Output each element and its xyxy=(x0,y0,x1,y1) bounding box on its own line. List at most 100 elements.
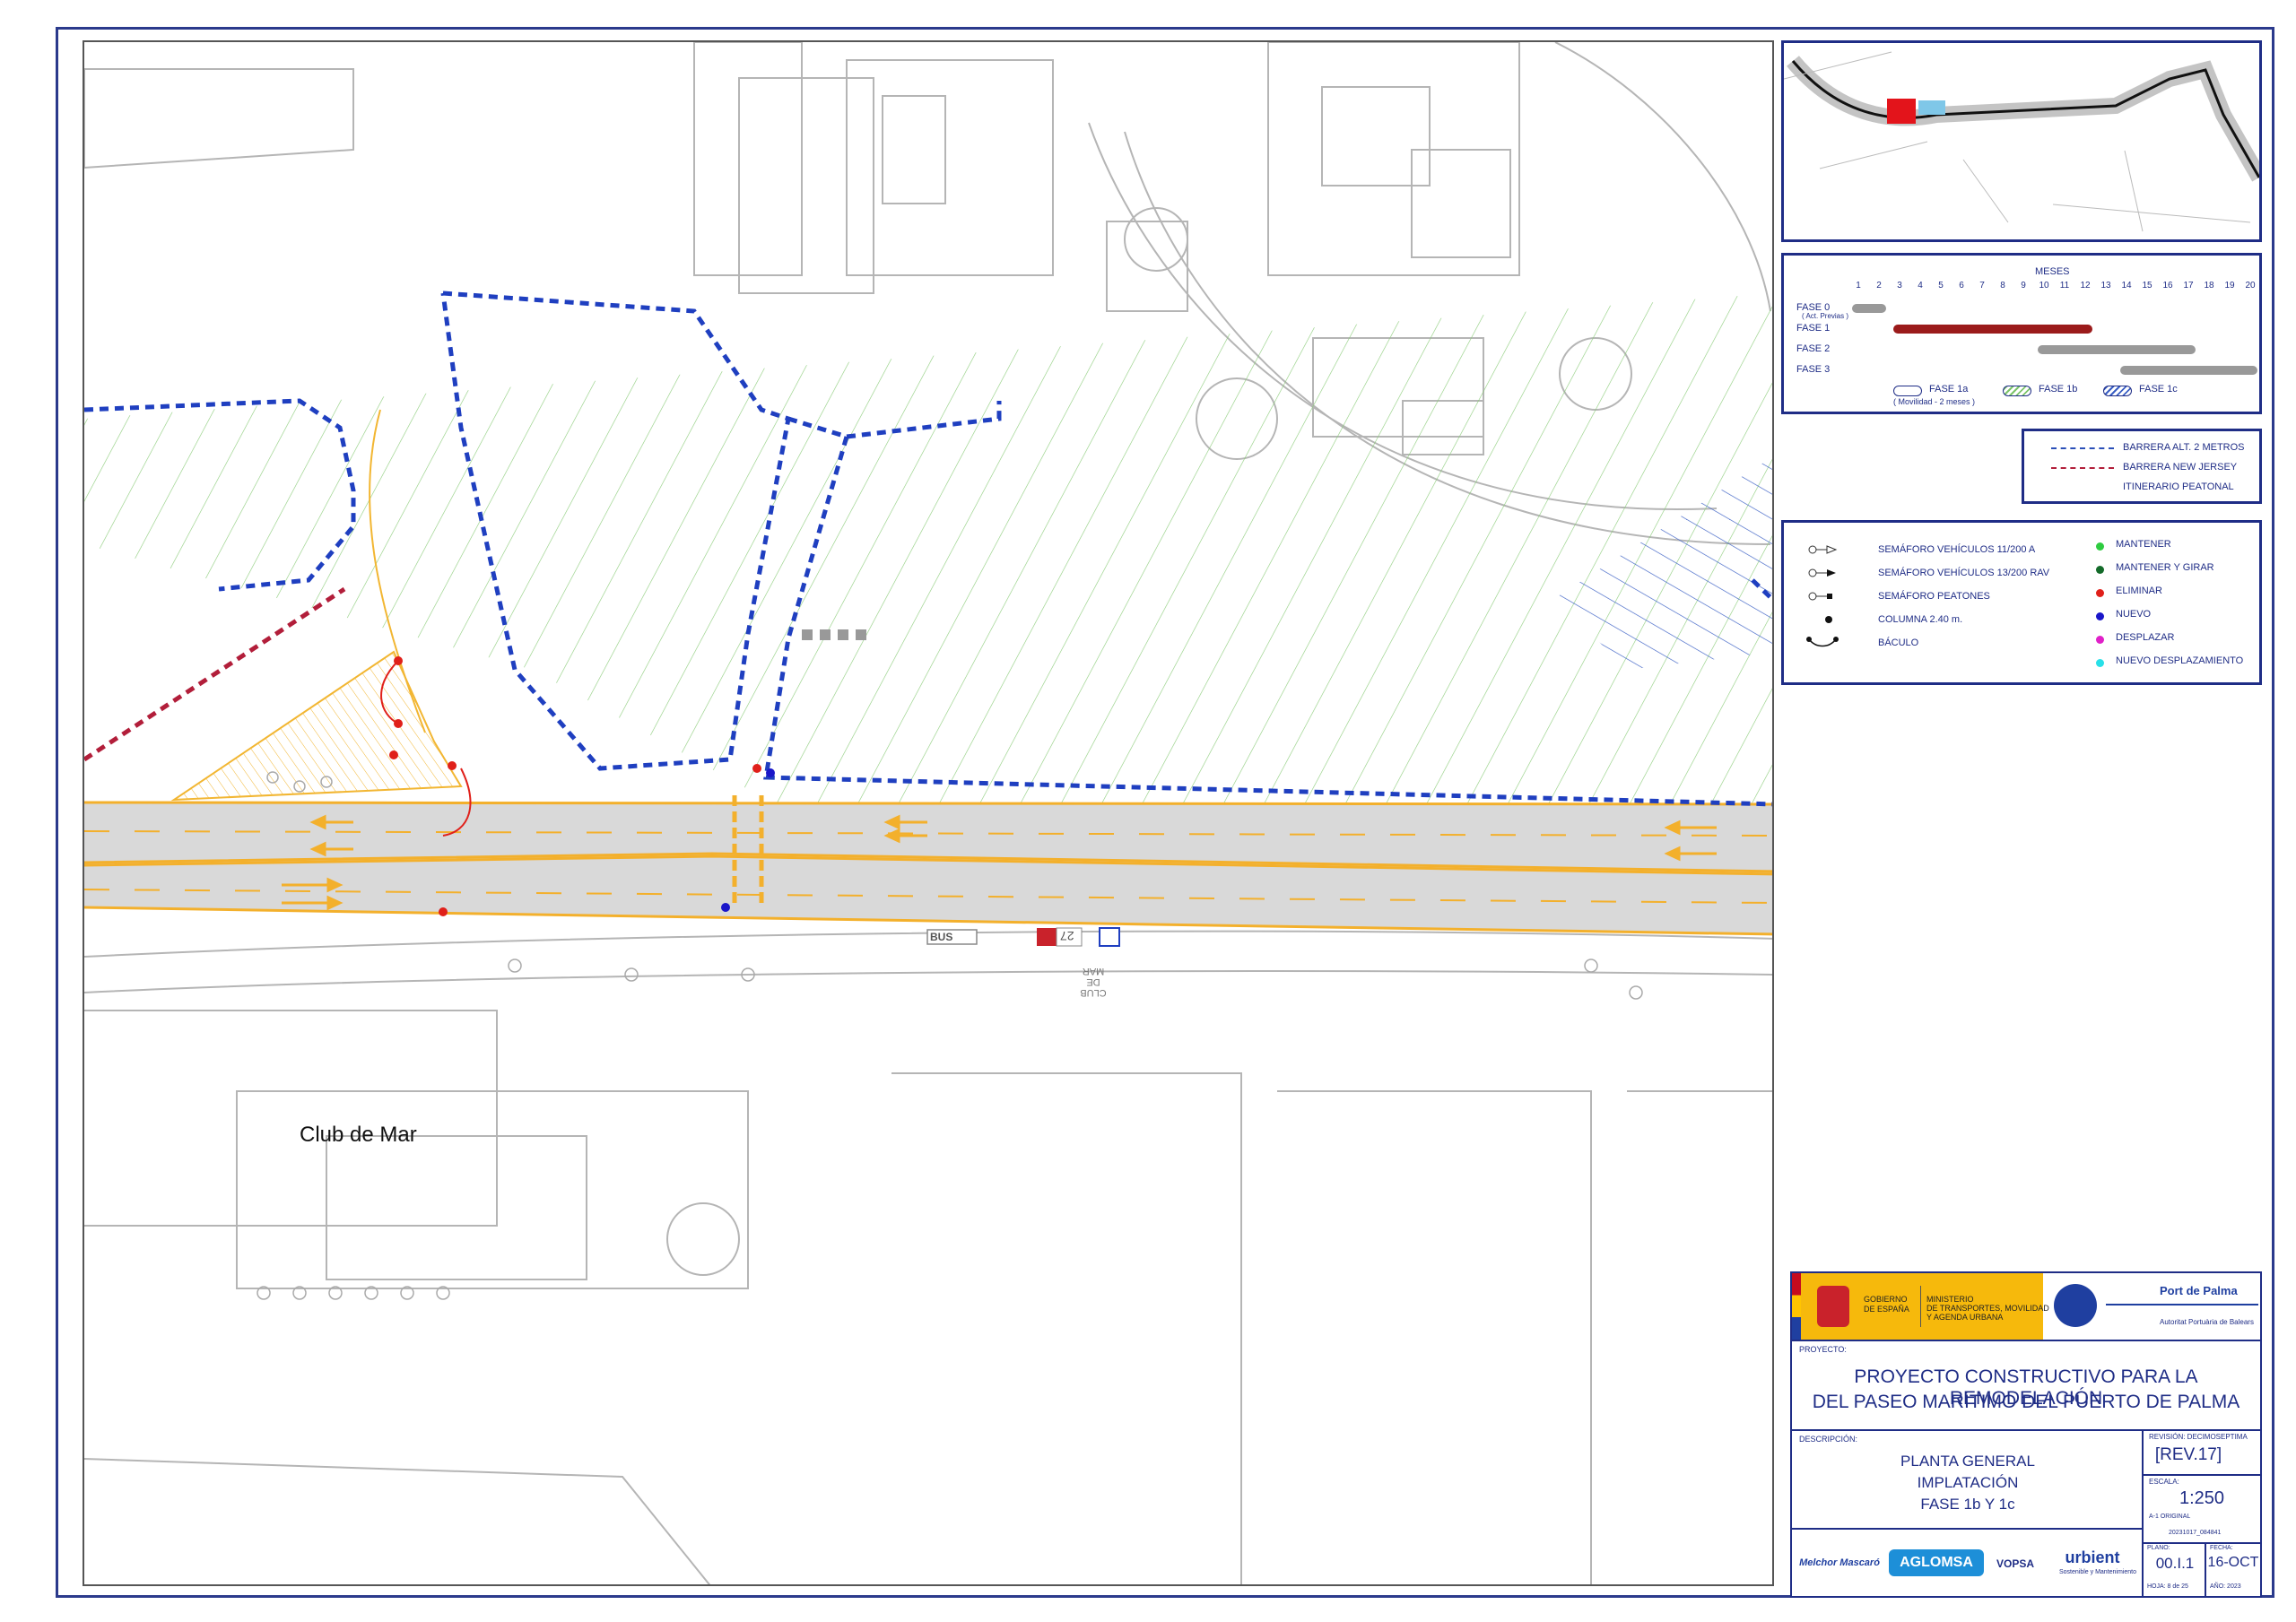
logo-vopsa: VOPSA xyxy=(1996,1557,2034,1570)
phase-1c-label: FASE 1c xyxy=(2139,384,2178,395)
signal-symbols xyxy=(1806,545,1839,647)
phase-bar xyxy=(1852,304,1886,313)
phase-1a-symbol xyxy=(1893,386,1922,396)
map-view[interactable]: Club de Mar BUS 27 CLUB DE MAR xyxy=(83,40,1774,1586)
signal-type-label: SEMÁFORO VEHÍCULOS 13/200 RAV xyxy=(1878,568,2050,578)
signal-action-label: DESPLAZAR xyxy=(2116,632,2175,643)
ministry-text-3: Y AGENDA URBANA xyxy=(1926,1313,2004,1322)
schedule-month: 8 xyxy=(2000,281,2005,291)
phase-1a-sublabel: ( Movilidad - 2 meses ) xyxy=(1893,397,1976,406)
description-label: DESCRIPCIÓN: xyxy=(1799,1435,1858,1444)
map-drawing xyxy=(84,42,1772,1584)
ministry-text-1: MINISTERIO xyxy=(1926,1295,1974,1304)
key-map-current-area xyxy=(1887,99,1916,124)
schedule-month: 2 xyxy=(1876,281,1882,291)
barrier-new-jersey-label: BARRERA NEW JERSEY xyxy=(2123,462,2238,473)
phase-bar xyxy=(2038,345,2196,354)
flag-stripe xyxy=(1792,1273,1801,1340)
signal-action-dot xyxy=(2096,566,2104,574)
barrier-2m-label: BARRERA ALT. 2 METROS xyxy=(2123,442,2245,453)
gov-text-1: GOBIERNO xyxy=(1864,1295,1908,1304)
key-map-panel xyxy=(1781,40,2266,242)
logo-urbient-subtitle: Sostenible y Mantenimiento xyxy=(2059,1569,2136,1575)
schedule-month: 6 xyxy=(1959,281,1964,291)
gov-text-2: DE ESPAÑA xyxy=(1864,1305,1909,1314)
pedestrian-route-label: ITINERARIO PEATONAL xyxy=(2123,481,2234,492)
hoja-value: HOJA: 8 de 25 xyxy=(2147,1583,2188,1590)
key-map xyxy=(1783,51,2266,232)
year-value: AÑO: 2023 xyxy=(2210,1583,2241,1590)
signal-action-dot xyxy=(2096,542,2104,551)
schedule-month: 12 xyxy=(2080,281,2091,291)
signal-action-label: MANTENER Y GIRAR xyxy=(2116,562,2214,573)
schedule-month: 11 xyxy=(2059,281,2070,291)
signal-action-label: NUEVO DESPLAZAMIENTO xyxy=(2116,655,2244,666)
phase-sublabel: ( Act. Previas ) xyxy=(1802,312,1849,320)
phase-1b-symbol xyxy=(2003,386,2031,396)
bus-stop-label: BUS xyxy=(930,931,953,943)
signal-action-label: ELIMINAR xyxy=(2116,585,2162,596)
gov-divider xyxy=(1920,1286,1921,1327)
signal-type-label: SEMÁFORO PEATONES xyxy=(1878,591,1990,602)
description-3: FASE 1b Y 1c xyxy=(1920,1496,2015,1513)
signal-action-label: NUEVO xyxy=(2116,609,2152,620)
schedule-month: 9 xyxy=(2021,281,2026,291)
phase-1a-label: FASE 1a xyxy=(1929,384,1969,395)
schedule-month: 14 xyxy=(2121,281,2132,291)
signal-type-label: COLUMNA 2.40 m. xyxy=(1878,614,1963,625)
signal-type-label: SEMÁFORO VEHÍCULOS 11/200 A xyxy=(1878,544,2036,555)
schedule-header: MESES xyxy=(2035,266,2070,277)
project-label: PROYECTO: xyxy=(1799,1345,1847,1354)
schedule-panel: MESES 1 2 3 4 5 6 7 8 9 10 11 12 13 14 15 16 17 18 19 20 FA… xyxy=(1781,253,2262,414)
plano-label: PLANO: xyxy=(2147,1545,2170,1551)
signal-action-dot xyxy=(2096,659,2104,667)
schedule-month: 16 xyxy=(2162,281,2173,291)
revision-label: REVISIÓN: DECIMOSEPTIMA xyxy=(2149,1433,2248,1441)
barrier-2m-symbol xyxy=(2051,447,2114,449)
scale-note: A-1 ORIGINAL xyxy=(2149,1514,2191,1520)
fecha-value: 16-OCT xyxy=(2207,1555,2259,1570)
barrier-new-jersey-symbol xyxy=(2051,467,2114,469)
barrier-legend-panel: BARRERA ALT. 2 METROS BARRERA NEW JERSEY… xyxy=(2022,429,2262,504)
schedule-month: 10 xyxy=(2039,281,2049,291)
phase-bar xyxy=(1893,325,2092,334)
road-text-label: CLUB DE MAR xyxy=(1080,966,1107,998)
phase-label: FASE 1 xyxy=(1796,323,1831,334)
schedule-month: 7 xyxy=(1979,281,1985,291)
port-divider xyxy=(2106,1304,2258,1305)
signal-legend-panel: SEMÁFORO VEHÍCULOS 11/200 A SEMÁFORO VEHÍ… xyxy=(1781,520,2262,685)
coat-of-arms-icon xyxy=(1817,1286,1849,1327)
club-de-mar-label: Club de Mar xyxy=(300,1123,417,1147)
schedule-month: 19 xyxy=(2224,281,2235,291)
logo-aglomsa: AGLOMSA xyxy=(1889,1549,1984,1576)
scale-label: ESCALA: xyxy=(2149,1478,2179,1486)
schedule-month: 3 xyxy=(1897,281,1902,291)
schedule-month: 4 xyxy=(1918,281,1923,291)
phase-label: FASE 3 xyxy=(1796,364,1831,375)
logo-urbient: urbient xyxy=(2065,1548,2120,1566)
file-code: 20231017_084841 xyxy=(2169,1530,2222,1536)
logo-melchor-mascaro: Melchor Mascaró xyxy=(1799,1557,1880,1568)
plano-value: 00.I.1 xyxy=(2155,1555,2195,1572)
description-2: IMPLATACIÓN xyxy=(1917,1474,2019,1491)
revision-value: [REV.17] xyxy=(2154,1445,2222,1464)
signal-action-dot xyxy=(2096,636,2104,644)
signal-type-label: BÁCULO xyxy=(1878,638,1919,648)
schedule-month: 20 xyxy=(2245,281,2256,291)
phase-bar xyxy=(2120,366,2257,375)
port-name: Port de Palma xyxy=(2160,1284,2238,1297)
scale-value: 1:250 xyxy=(2179,1488,2225,1508)
schedule-month: 17 xyxy=(2183,281,2194,291)
project-title-2: DEL PASEO MARÍTIMO DEL PUERTO DE PALMA xyxy=(1812,1392,2240,1412)
port-authority-logo-icon xyxy=(2054,1284,2097,1327)
fecha-label: FECHA: xyxy=(2210,1545,2233,1551)
schedule-month: 13 xyxy=(2100,281,2111,291)
schedule-month: 1 xyxy=(1856,281,1861,291)
port-subtitle: Autoritat Portuària de Balears xyxy=(2160,1318,2254,1326)
phase-label: FASE 2 xyxy=(1796,343,1831,354)
signal-action-dot xyxy=(2096,589,2104,597)
ministry-text-2: DE TRANSPORTES, MOVILIDAD xyxy=(1926,1304,2049,1313)
signal-action-label: MANTENER xyxy=(2116,539,2171,550)
schedule-month: 15 xyxy=(2142,281,2152,291)
schedule-month: 5 xyxy=(1938,281,1944,291)
